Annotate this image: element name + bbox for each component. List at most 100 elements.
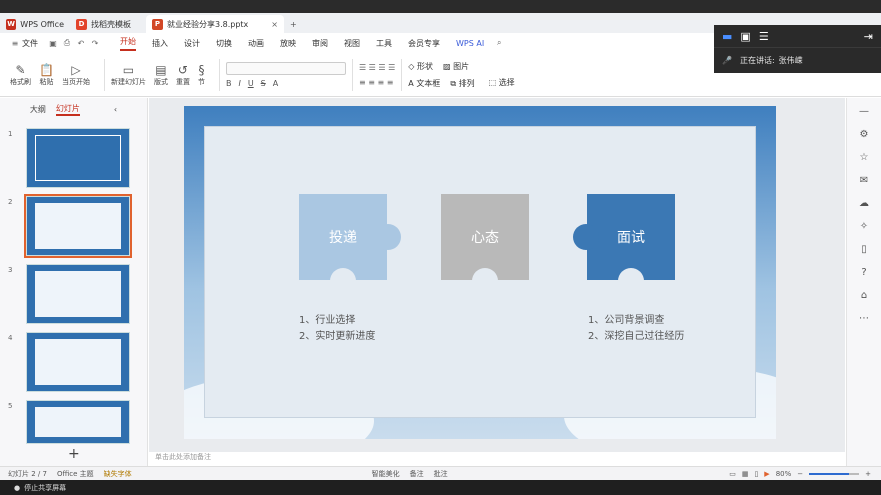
comment-icon[interactable]: ✉ — [860, 175, 868, 186]
picture-button[interactable]: ▨ 图片 — [443, 61, 469, 72]
notes-toggle[interactable]: 备注 — [410, 469, 424, 479]
search-icon[interactable]: ⌕ — [494, 38, 504, 48]
puzzle-piece-delivery[interactable]: 投递 — [299, 194, 401, 294]
comments-toggle[interactable]: 批注 — [434, 469, 448, 479]
more-icon[interactable]: ⋯ — [859, 313, 869, 324]
menu-wps-ai[interactable]: WPS AI — [456, 39, 484, 48]
puzzle-piece-mindset[interactable]: 心态 — [441, 194, 529, 294]
button-label: 重置 — [175, 77, 190, 86]
puzzle-label: 面试 — [617, 230, 645, 246]
format-painter-button[interactable]: ✎ 格式刷 — [10, 63, 31, 87]
tab-slides[interactable]: 幻灯片 — [55, 103, 80, 116]
undo-icon[interactable]: ↶ — [76, 38, 86, 48]
zoom-value: 80% — [775, 469, 792, 478]
button-label: 形状 — [416, 61, 433, 71]
font-color-icon[interactable]: A — [273, 79, 278, 88]
reading-view-icon[interactable]: ▯ — [754, 470, 758, 478]
help-icon[interactable]: ? — [861, 267, 866, 278]
magic-icon[interactable]: ✧ — [860, 221, 868, 232]
close-tab-icon[interactable]: × — [271, 20, 278, 29]
tag-icon[interactable]: ⌂ — [861, 290, 867, 301]
list-icon[interactable]: ☰ — [759, 30, 769, 43]
slide-number: 4 — [8, 334, 13, 342]
puzzle-notch — [330, 268, 356, 294]
slide-thumbnail-4[interactable]: 4 — [8, 332, 138, 396]
puzzle-piece-interview[interactable]: 面试 — [573, 194, 675, 294]
menu-start[interactable]: 开始 — [120, 36, 136, 51]
strikethrough-icon[interactable]: S — [261, 79, 266, 88]
menu-tools[interactable]: 工具 — [376, 38, 392, 49]
window-icon[interactable]: ▣ — [740, 30, 750, 43]
menu-insert[interactable]: 插入 — [152, 38, 168, 49]
speaking-indicator: 🎤 正在讲话: 张伟嵘 — [714, 47, 881, 73]
grid-view-icon[interactable]: ▦ — [742, 470, 749, 478]
select-button[interactable]: ⬚ 选择 — [489, 77, 515, 88]
slide-thumbnail-1[interactable]: 1 — [8, 128, 138, 192]
minus-icon[interactable]: — — [859, 106, 869, 117]
minimize-icon[interactable]: ▬ — [722, 30, 732, 43]
menu-review[interactable]: 审阅 — [312, 38, 328, 49]
print-icon[interactable]: ⎙ — [62, 38, 72, 48]
current-slide[interactable]: 投递 心态 面试 1、行业选择 2、实时更新进度 1、公司背景调查 2、深挖自己… — [184, 106, 776, 439]
tab-outline[interactable]: 大纲 — [30, 104, 46, 115]
underline-icon[interactable]: U — [248, 79, 254, 88]
theme-name[interactable]: Office 主题 — [57, 469, 94, 479]
shape-button[interactable]: ◇ 形状 — [408, 61, 433, 72]
adjust-icon[interactable]: ⚙ — [860, 129, 869, 140]
cloud-icon[interactable]: ☁ — [859, 198, 869, 209]
align-icon[interactable]: ≡ ≡ ≡ ≡ — [359, 78, 395, 87]
menu-transition[interactable]: 切换 — [216, 38, 232, 49]
tab-docer-templates[interactable]: D 找稻壳模板 — [70, 15, 146, 33]
current-start-button[interactable]: ▷ 当页开始 — [62, 63, 90, 87]
exit-icon[interactable]: ⇥ — [864, 30, 873, 43]
notes-area[interactable]: 单击此处添加备注 — [149, 452, 845, 466]
slide-editing-canvas: 投递 心态 面试 1、行业选择 2、实时更新进度 1、公司背景调查 2、深挖自己… — [149, 98, 845, 452]
new-tab-button[interactable]: + — [284, 15, 308, 33]
play-slideshow-icon[interactable]: ▶ — [764, 470, 769, 478]
share-label[interactable]: 停止共享屏幕 — [24, 483, 66, 493]
delivery-points[interactable]: 1、行业选择 2、实时更新进度 — [299, 313, 375, 345]
interview-points[interactable]: 1、公司背景调查 2、深挖自己过往经历 — [588, 313, 684, 345]
slide-thumbnail-3[interactable]: 3 — [8, 264, 138, 328]
menu-animation[interactable]: 动画 — [248, 38, 264, 49]
missing-font-warning[interactable]: 缺失字体 — [104, 469, 132, 479]
slide-preview — [26, 264, 130, 324]
section-icon: § — [198, 62, 205, 77]
redo-icon[interactable]: ↷ — [90, 38, 100, 48]
star-icon[interactable]: ☆ — [860, 152, 869, 163]
save-icon[interactable]: ▣ — [48, 38, 58, 48]
menu-slideshow[interactable]: 放映 — [280, 38, 296, 49]
book-icon[interactable]: ▯ — [861, 244, 867, 255]
normal-view-icon[interactable]: ▭ — [729, 470, 736, 478]
section-button[interactable]: § 节 — [198, 63, 205, 87]
textbox-icon: A — [408, 78, 414, 88]
beautify-button[interactable]: 智能美化 — [372, 469, 400, 479]
hamburger-icon[interactable]: ≡ — [10, 38, 20, 48]
arrange-button[interactable]: ⧉ 排列 — [450, 78, 474, 89]
add-slide-button[interactable]: + — [68, 446, 80, 462]
bold-icon[interactable]: B — [226, 79, 232, 88]
reset-button[interactable]: ↺ 重置 — [176, 63, 190, 87]
collapse-icon[interactable]: ‹ — [114, 105, 117, 114]
textbox-button[interactable]: A 文本框 — [408, 78, 440, 89]
menu-member[interactable]: 会员专享 — [408, 38, 440, 49]
list-item: 1、行业选择 — [299, 315, 356, 326]
italic-icon[interactable]: I — [238, 79, 240, 88]
zoom-out-icon[interactable]: − — [797, 470, 803, 478]
font-family-select[interactable] — [225, 61, 346, 75]
layout-button[interactable]: ▤ 版式 — [154, 63, 168, 87]
tab-wps-office[interactable]: W WPS Office — [0, 15, 70, 33]
bullet-list-icon[interactable]: ☰ ☰ ☰ ☰ — [359, 63, 395, 72]
insert-group: ◇ 形状 ▨ 图片 A 文本框 ⧉ 排列 — [408, 61, 474, 89]
slide-thumbnail-2[interactable]: 2 — [8, 194, 138, 260]
paste-button[interactable]: 📋 粘贴 — [39, 63, 54, 87]
menu-view[interactable]: 视图 — [344, 38, 360, 49]
new-slide-button[interactable]: ▭ 新建幻灯片 — [111, 63, 146, 87]
tab-pptx-document[interactable]: P 就业经验分享3.8.pptx × — [146, 15, 284, 33]
layout-icon: ▤ — [155, 62, 167, 77]
zoom-in-icon[interactable]: + — [865, 470, 871, 478]
menu-design[interactable]: 设计 — [184, 38, 200, 49]
menu-file[interactable]: 文件 — [22, 38, 38, 49]
zoom-slider[interactable] — [809, 472, 860, 475]
button-label: 节 — [197, 77, 205, 86]
